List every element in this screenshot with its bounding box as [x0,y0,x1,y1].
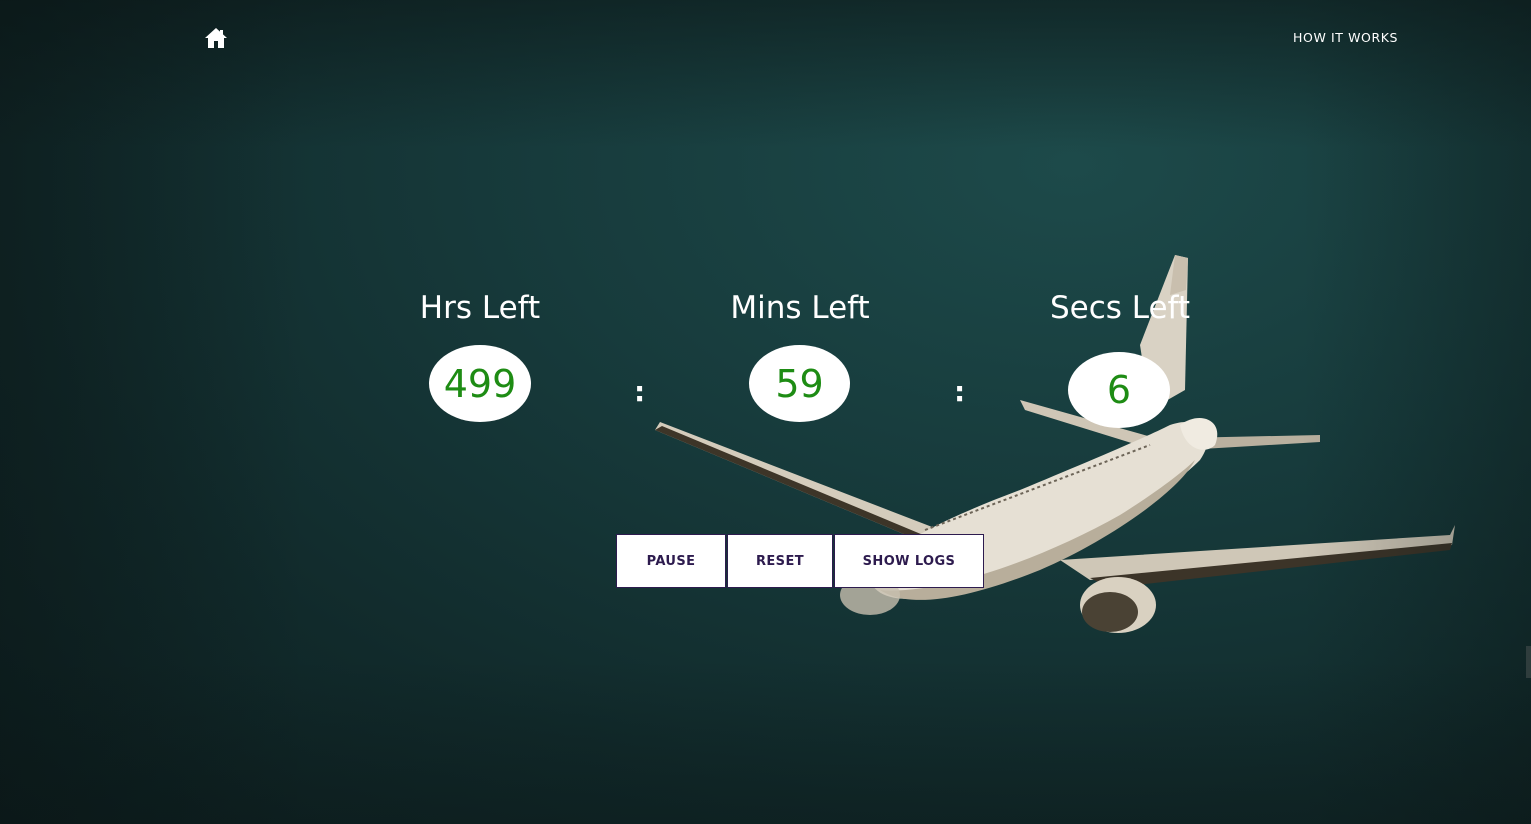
page: HOW IT WORKS Hrs Left 499 : Mins Left 59… [0,0,1531,824]
separator-1: : [634,375,646,408]
hours-column: Hrs Left [380,290,580,326]
separator-2: : [954,375,966,408]
scrollbar-thumb[interactable] [1526,646,1531,678]
show-logs-button[interactable]: SHOW LOGS [834,534,984,588]
seconds-column: Secs Left [1020,290,1220,326]
pause-button[interactable]: PAUSE [616,534,726,588]
timer-controls: PAUSE RESET SHOW LOGS [616,534,984,588]
hours-label: Hrs Left [419,290,541,326]
minutes-value: 59 [749,345,850,422]
seconds-label: Secs Left [1049,290,1191,326]
how-it-works-link[interactable]: HOW IT WORKS [1293,30,1398,45]
minutes-label: Mins Left [730,290,870,326]
home-icon[interactable] [204,27,228,49]
reset-button[interactable]: RESET [727,534,833,588]
seconds-value: 6 [1068,352,1170,428]
minutes-column: Mins Left [700,290,900,326]
hours-value: 499 [429,345,531,422]
